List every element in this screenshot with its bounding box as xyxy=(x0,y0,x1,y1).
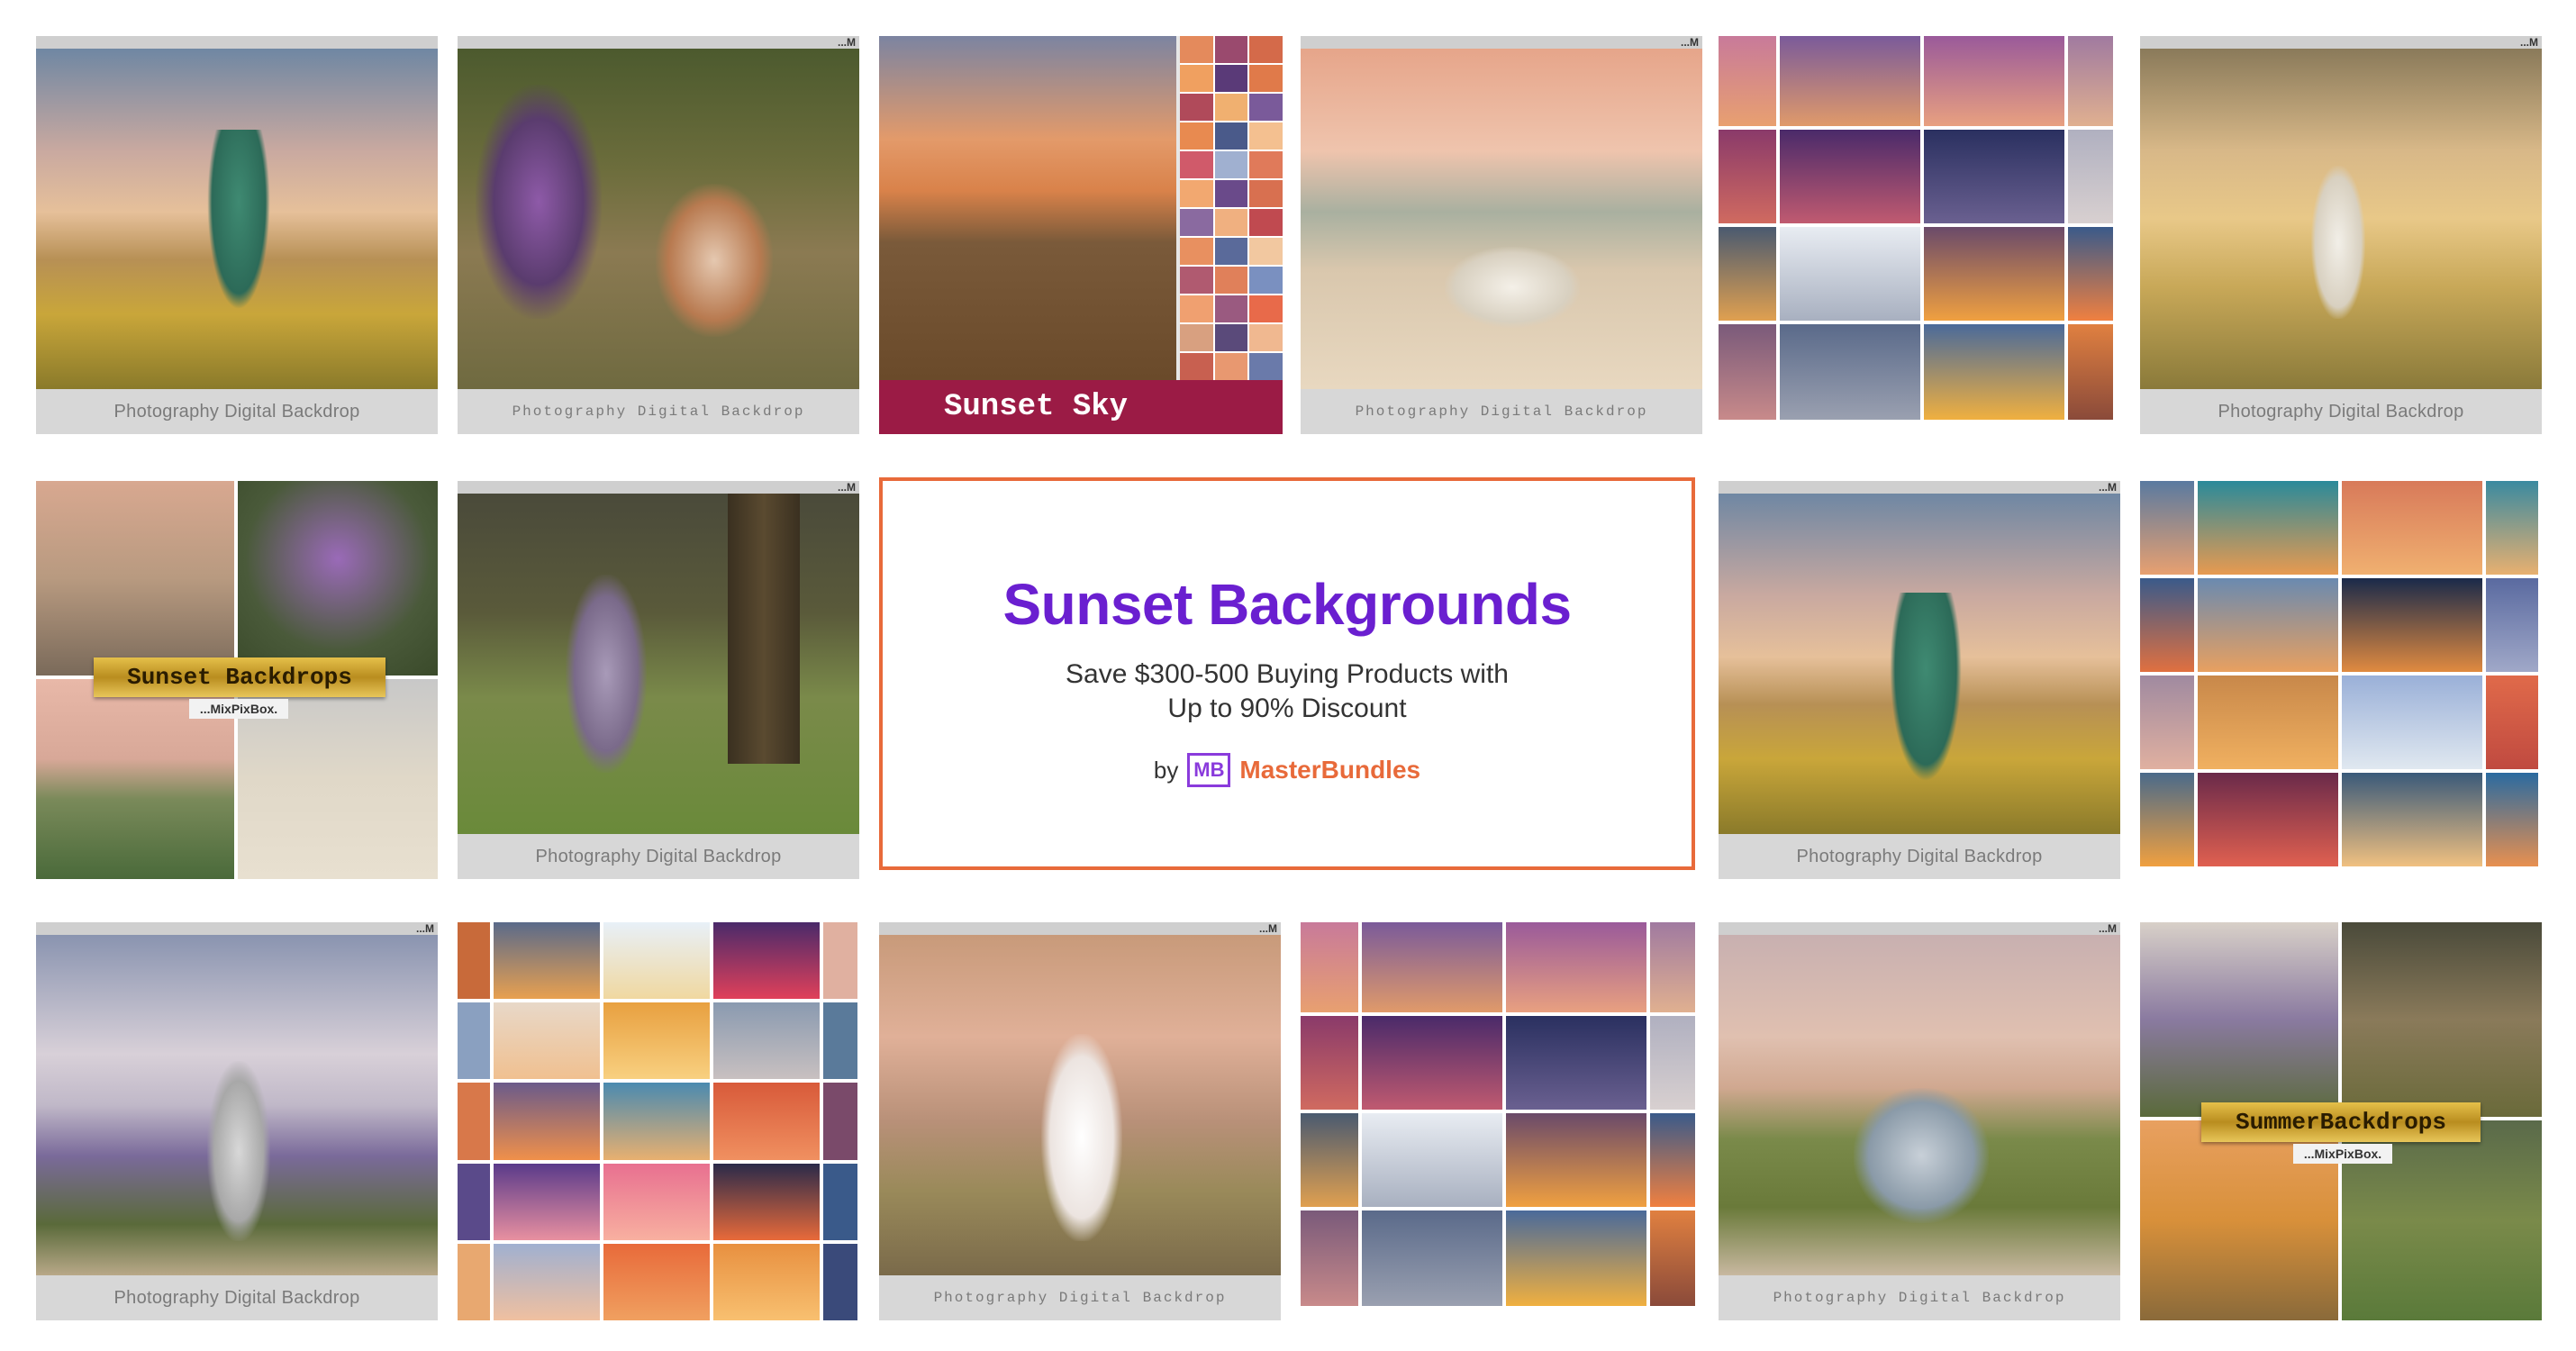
product-tile-girl-dog[interactable]: ...M Photography Digital Backdrop xyxy=(458,36,859,434)
photo-boy-field xyxy=(879,36,1176,380)
product-tile-girl-butterflies[interactable]: Photography Digital Backdrop xyxy=(36,36,438,434)
watermark: ...M xyxy=(838,481,856,494)
tile-caption: Photography Digital Backdrop xyxy=(1719,1275,2120,1320)
product-tile-sky-grid-c[interactable] xyxy=(458,922,859,1320)
product-tile-sunset-sky-overlays[interactable]: Sunset Sky Overlays xyxy=(879,36,1283,434)
photo-newborn-dunes xyxy=(1301,49,1702,389)
photo-girl-butterflies xyxy=(36,49,438,389)
watermark: ...M xyxy=(2099,481,2117,494)
photo-girl-suitcase xyxy=(458,494,859,834)
masterbundles-brand-name[interactable]: MasterBundles xyxy=(1239,756,1420,784)
watermark: ...M xyxy=(416,922,434,935)
tile-caption: Photography Digital Backdrop xyxy=(458,834,859,879)
photo-toddler-lupines xyxy=(36,935,438,1275)
banner-title: Sunset Backgrounds xyxy=(1002,572,1572,637)
collection-label: SummerBackdrops xyxy=(2201,1102,2481,1142)
product-tile-kids-beach[interactable]: ...M Photography Digital Backdrop xyxy=(1719,922,2120,1320)
brand-label: ...MixPixBox. xyxy=(189,699,288,719)
banner-byline: by MB MasterBundles xyxy=(883,753,1692,787)
masterbundles-logo-icon: MB xyxy=(1187,753,1231,787)
watermark: ...M xyxy=(1681,36,1699,49)
tile-caption: Photography Digital Backdrop xyxy=(458,389,859,434)
banner-subtitle-line1: Save $300-500 Buying Products with xyxy=(1066,659,1509,689)
product-tile-woman-ribbons[interactable]: ...M Photography Digital Backdrop xyxy=(2140,36,2542,434)
product-tile-summer-backdrops[interactable]: SummerBackdrops ...MixPixBox. xyxy=(2140,922,2542,1320)
product-tile-sky-grid-d[interactable] xyxy=(1301,922,1702,1320)
photo-girl-dog xyxy=(458,49,859,389)
sky-thumbnails-grid xyxy=(1180,36,1283,380)
watermark: ...M xyxy=(1259,922,1277,935)
tile-caption: Photography Digital Backdrop xyxy=(36,389,438,434)
photo-kids-beach xyxy=(1719,935,2120,1275)
photo-girl-butterflies xyxy=(1719,494,2120,834)
sky-thumbnails-grid xyxy=(2140,481,2542,879)
tile-caption: Photography Digital Backdrop xyxy=(36,1275,438,1320)
tile-top-bar xyxy=(1719,481,2120,494)
product-tile-newborn-dunes[interactable]: ...M Photography Digital Backdrop xyxy=(1301,36,1702,434)
product-tile-toddler-lupines[interactable]: ...M Photography Digital Backdrop xyxy=(36,922,438,1320)
tile-top-bar xyxy=(458,36,859,49)
watermark: ...M xyxy=(2099,922,2117,935)
tile-caption: Photography Digital Backdrop xyxy=(1719,834,2120,879)
tile-top-bar xyxy=(1301,36,1702,49)
product-tile-girl-suitcase[interactable]: ...M Photography Digital Backdrop xyxy=(458,481,859,879)
banner-subtitle: Save $300-500 Buying Products with Up to… xyxy=(883,657,1692,726)
product-tile-sunset-backdrops[interactable]: Sunset Backdrops ...MixPixBox. xyxy=(36,481,438,879)
photo-woman-ribbons xyxy=(2140,49,2542,389)
tile-top-bar xyxy=(2140,36,2542,49)
product-tile-girl-white-dress[interactable]: ...M Photography Digital Backdrop xyxy=(879,922,1281,1320)
banner-subtitle-line2: Up to 90% Discount xyxy=(1167,694,1407,723)
photo-girl-white-dress xyxy=(879,935,1281,1275)
collection-label: Sunset Backdrops xyxy=(94,657,385,697)
watermark: ...M xyxy=(2520,36,2538,49)
tile-top-bar xyxy=(36,36,438,49)
product-tile-girl-butterflies-2[interactable]: ...M Photography Digital Backdrop xyxy=(1719,481,2120,879)
tile-top-bar xyxy=(1719,922,2120,935)
tile-caption: Photography Digital Backdrop xyxy=(1301,389,1702,434)
tile-top-bar xyxy=(879,922,1281,935)
overlay-title-banner: Sunset Sky Overlays xyxy=(879,380,1283,434)
tile-caption: Photography Digital Backdrop xyxy=(2140,389,2542,434)
brand-label: ...MixPixBox. xyxy=(2293,1144,2392,1164)
sky-thumbnails-grid xyxy=(458,922,859,1320)
tile-top-bar xyxy=(36,922,438,935)
watermark: ...M xyxy=(838,36,856,49)
sky-thumbnails-grid xyxy=(1719,36,2120,434)
product-tile-sky-grid-a[interactable] xyxy=(1719,36,2120,434)
sky-thumbnails-grid xyxy=(1301,922,1702,1320)
product-tile-sky-grid-b[interactable] xyxy=(2140,481,2542,879)
tile-top-bar xyxy=(458,481,859,494)
tile-caption: Photography Digital Backdrop xyxy=(879,1275,1281,1320)
promo-banner[interactable]: Sunset Backgrounds Save $300-500 Buying … xyxy=(879,477,1695,870)
by-text: by xyxy=(1153,756,1179,784)
